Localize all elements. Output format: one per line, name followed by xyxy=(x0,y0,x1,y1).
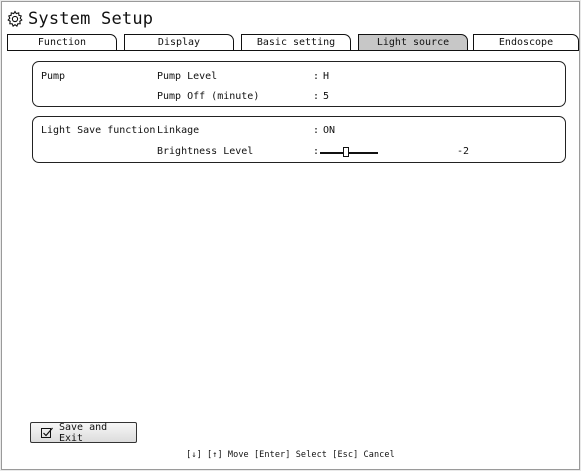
brightness-slider-knob[interactable] xyxy=(343,147,349,157)
brightness-level-label[interactable]: Brightness Level xyxy=(157,145,253,159)
light-save-group: Light Save function Linkage : ON Brightn… xyxy=(32,116,566,163)
tab-basic-setting[interactable]: Basic setting xyxy=(241,34,351,50)
checkbox-check-icon xyxy=(41,427,53,439)
tab-light-source[interactable]: Light source xyxy=(358,34,468,50)
save-and-exit-label: Save and Exit xyxy=(59,421,108,444)
brightness-level-value: -2 xyxy=(457,146,470,157)
brightness-slider[interactable] xyxy=(320,145,378,161)
title-bar: System Setup xyxy=(6,6,153,32)
brightness-slider-track xyxy=(320,152,378,154)
pump-level-value[interactable]: H xyxy=(323,70,329,84)
tab-bar: Function Display Basic setting Light sou… xyxy=(7,34,579,51)
linkage-value[interactable]: ON xyxy=(323,124,335,138)
tab-endoscope[interactable]: Endoscope xyxy=(473,34,579,50)
linkage-separator: : xyxy=(313,125,320,136)
pump-off-label[interactable]: Pump Off (minute) xyxy=(157,90,259,104)
brightness-separator: : xyxy=(313,146,320,157)
pump-off-separator: : xyxy=(313,91,320,102)
linkage-label[interactable]: Linkage xyxy=(157,124,199,138)
save-and-exit-button[interactable]: Save and Exit xyxy=(30,421,137,444)
pump-group: Pump Pump Level : H Pump Off (minute) : … xyxy=(32,61,566,107)
tab-display[interactable]: Display xyxy=(124,34,234,50)
tab-function[interactable]: Function xyxy=(7,34,117,50)
light-save-group-label: Light Save function xyxy=(41,125,156,136)
pump-level-separator: : xyxy=(313,71,320,82)
keyboard-hint: [↓] [↑] Move [Enter] Select [Esc] Cancel xyxy=(186,450,395,460)
gear-icon xyxy=(6,10,24,28)
pump-group-label: Pump xyxy=(41,71,66,82)
pump-level-label[interactable]: Pump Level xyxy=(157,70,217,84)
tab-baseline xyxy=(7,50,579,51)
pump-off-value[interactable]: 5 xyxy=(323,90,329,104)
page-title: System Setup xyxy=(28,9,154,29)
system-setup-window: System Setup Function Display Basic sett… xyxy=(1,1,580,470)
